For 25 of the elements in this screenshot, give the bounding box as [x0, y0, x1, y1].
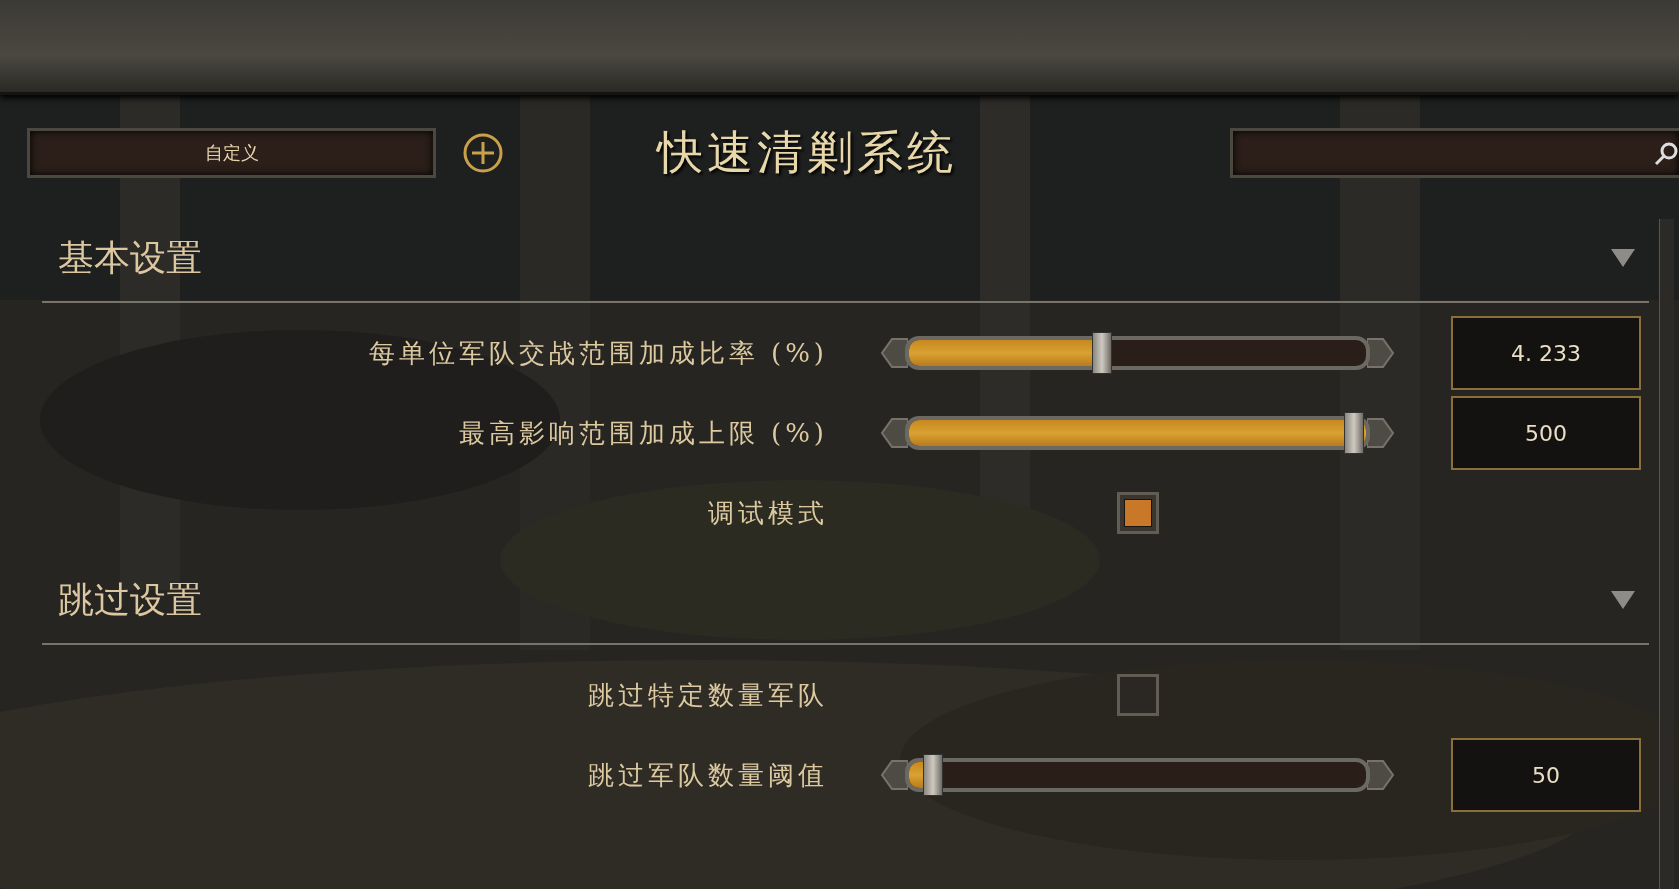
slider-thumb[interactable]	[1092, 332, 1113, 374]
window-title: 快速清剿系统	[655, 123, 958, 181]
value-field[interactable]: 500	[1451, 396, 1641, 470]
slider-thumb[interactable]	[923, 754, 943, 796]
section-title: 基本设置	[58, 235, 203, 280]
collapse-icon[interactable]	[1609, 589, 1637, 611]
search-icon	[1653, 140, 1679, 167]
section-title: 跳过设置	[58, 577, 203, 622]
preset-dropdown[interactable]: 自定义	[27, 127, 436, 178]
setting-label: 调试模式	[707, 496, 828, 530]
collapse-icon[interactable]	[1609, 247, 1637, 269]
checkbox[interactable]	[1116, 674, 1159, 716]
add-icon[interactable]	[462, 131, 504, 174]
setting-label: 跳过特定数量军队	[587, 678, 828, 712]
setting-label: 最高影响范围加成上限 (%)	[457, 416, 828, 450]
slider-thumb[interactable]	[1344, 412, 1364, 454]
checkbox[interactable]	[1116, 492, 1159, 534]
section-header[interactable]: 跳过设置	[42, 557, 1649, 645]
setting-label: 每单位军队交战范围加成比率 (%)	[367, 336, 828, 370]
value-field[interactable]: 4. 233	[1451, 316, 1641, 390]
setting-label: 跳过军队数量阈值	[587, 758, 828, 792]
scrollbar[interactable]	[1659, 219, 1674, 889]
value-field[interactable]: 50	[1451, 738, 1641, 812]
search-field[interactable]	[1230, 127, 1679, 178]
section-header[interactable]: 基本设置	[42, 215, 1649, 303]
